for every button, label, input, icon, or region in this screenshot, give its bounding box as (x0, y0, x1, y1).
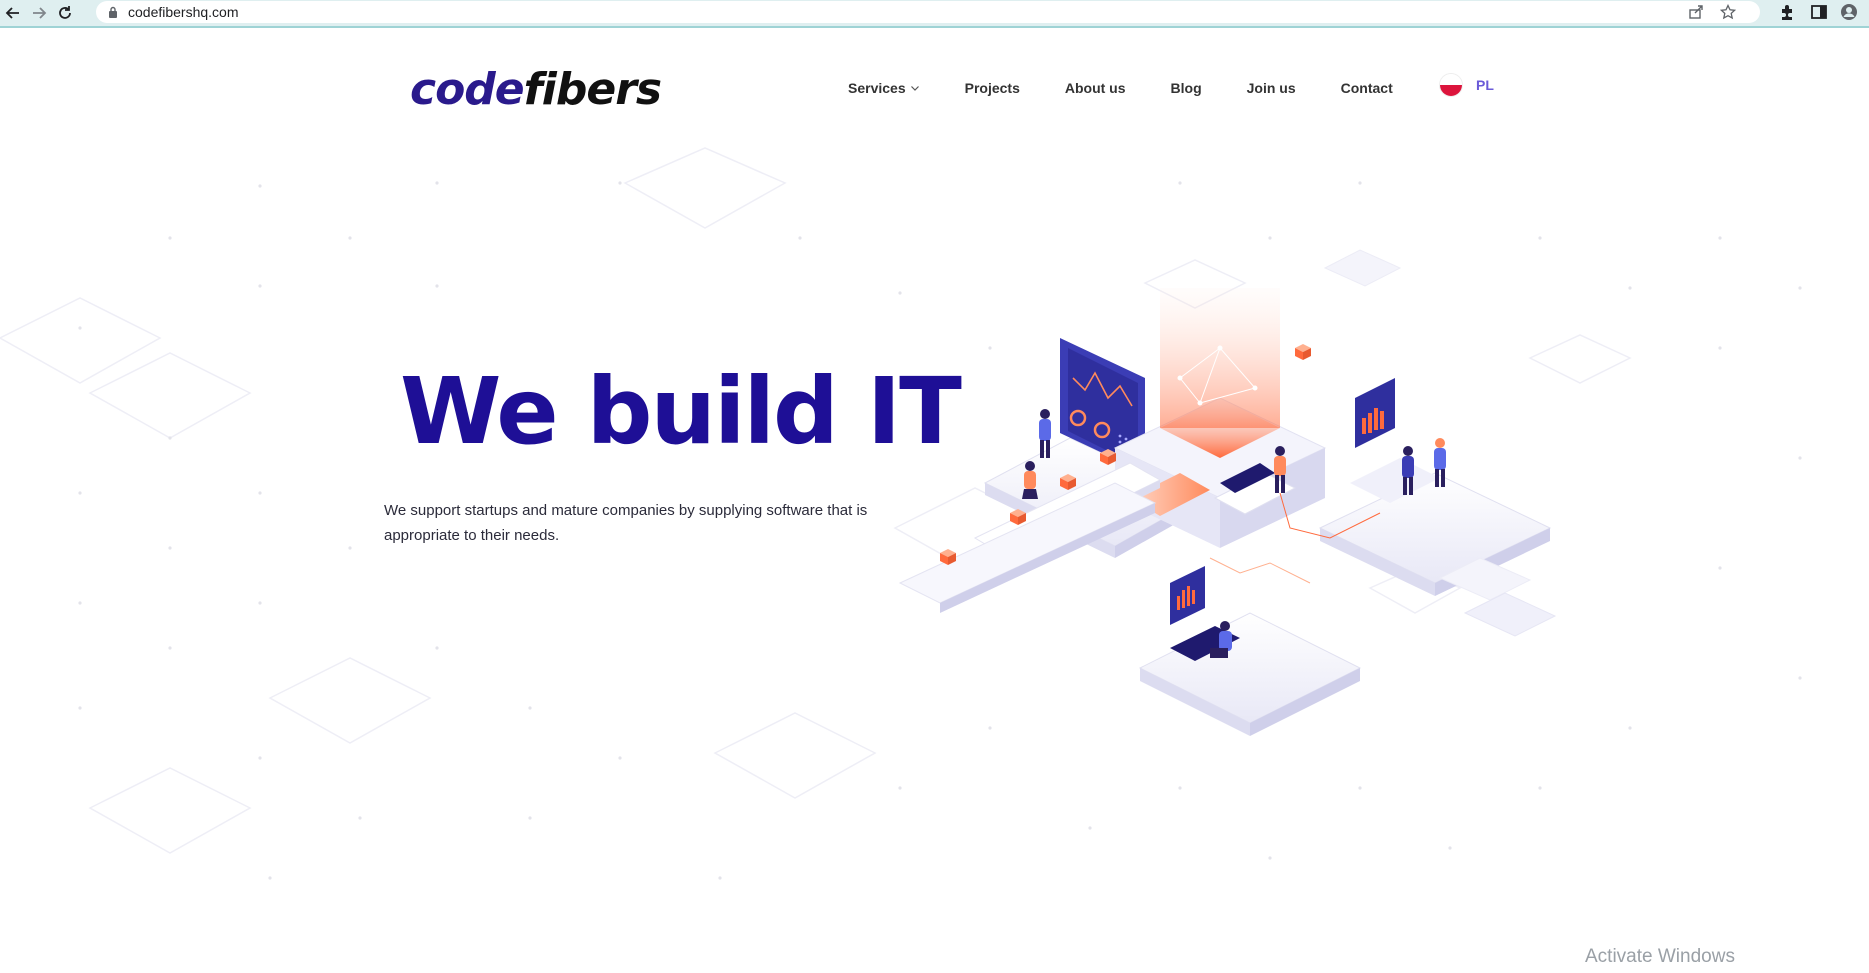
hero-description: We support startups and mature companies… (384, 502, 868, 544)
poland-flag-icon (1440, 74, 1462, 96)
star-icon[interactable] (1720, 4, 1736, 20)
nav-services[interactable]: Services (848, 80, 920, 96)
share-icon[interactable] (1688, 4, 1704, 20)
nav-blog[interactable]: Blog (1171, 80, 1202, 96)
side-panel-icon[interactable] (1810, 3, 1828, 21)
chevron-down-icon (910, 86, 919, 91)
language-code: PL (1476, 77, 1494, 93)
nav-contact-label: Contact (1340, 80, 1393, 96)
back-arrow-icon (5, 7, 19, 19)
nav-contact[interactable]: Contact (1341, 80, 1393, 96)
forward-arrow-icon (33, 7, 47, 19)
nav-join-us-label: Join us (1246, 80, 1296, 96)
reload-icon (59, 6, 71, 19)
activate-windows-watermark: Activate Windows (1585, 946, 1735, 967)
url-text: codefibershq.com (128, 4, 239, 20)
main-nav: Services Projects About us Blog Join us … (848, 80, 1438, 96)
logo-fibers-text: fibers (523, 64, 662, 115)
nav-blog-label: Blog (1170, 80, 1202, 96)
lock-icon (109, 6, 117, 18)
logo[interactable]: codefibers (410, 64, 662, 115)
back-button[interactable] (2, 2, 24, 24)
profile-icon[interactable] (1840, 3, 1858, 21)
extensions-icon[interactable] (1778, 3, 1796, 21)
hero-title: We build IT (400, 358, 962, 465)
language-switcher[interactable]: PL (1440, 74, 1494, 96)
nav-about-us-label: About us (1064, 80, 1126, 96)
address-bar[interactable]: codefibershq.com (96, 1, 1760, 23)
nav-projects-label: Projects (964, 80, 1020, 96)
nav-join-us[interactable]: Join us (1247, 80, 1296, 96)
nav-about-us[interactable]: About us (1065, 80, 1126, 96)
browser-toolbar: codefibershq.com (0, 0, 1869, 28)
reload-button[interactable] (54, 2, 76, 24)
forward-button[interactable] (28, 2, 50, 24)
page-content: codefibers Services Projects About us Bl… (0, 28, 1869, 973)
nav-projects[interactable]: Projects (965, 80, 1020, 96)
isometric-illustration (898, 249, 1557, 736)
nav-services-label: Services (848, 80, 906, 96)
logo-code-text: code (410, 64, 525, 115)
